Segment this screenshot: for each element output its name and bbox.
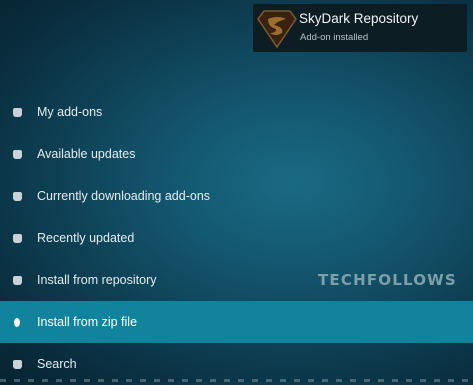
menu-item-currently-downloading[interactable]: Currently downloading add-ons: [0, 175, 473, 217]
menu-item-my-addons[interactable]: My add-ons: [0, 91, 473, 133]
folder-icon: [13, 275, 22, 285]
menu-item-recently-updated[interactable]: Recently updated: [0, 217, 473, 259]
menu-item-label: Recently updated: [37, 231, 135, 245]
folder-icon: [14, 317, 20, 327]
menu-item-available-updates[interactable]: Available updates: [0, 133, 473, 175]
menu-item-label: Search: [37, 357, 77, 371]
folder-icon: [13, 191, 22, 201]
folder-icon: [13, 149, 22, 159]
menu-item-label: Install from repository: [37, 273, 157, 287]
menu-item-label: Available updates: [37, 147, 136, 161]
notification-title: SkyDark Repository: [299, 11, 419, 26]
menu-item-label: Currently downloading add-ons: [37, 189, 211, 203]
folder-icon: [13, 107, 22, 117]
notification-subtitle: Add-on installed: [300, 32, 369, 43]
addon-browser-menu: My add-ons Available updates Currently d…: [0, 91, 473, 385]
menu-item-install-from-zip[interactable]: Install from zip file: [0, 301, 473, 343]
notification-toast: SkyDark Repository Add-on installed: [253, 4, 467, 52]
menu-item-label: My add-ons: [37, 105, 103, 119]
folder-icon: [13, 359, 22, 369]
folder-icon: [13, 233, 22, 243]
menu-item-label: Install from zip file: [37, 315, 138, 329]
superman-logo-icon: [257, 10, 297, 49]
watermark-text: TECHFOLLOWS: [318, 271, 457, 289]
